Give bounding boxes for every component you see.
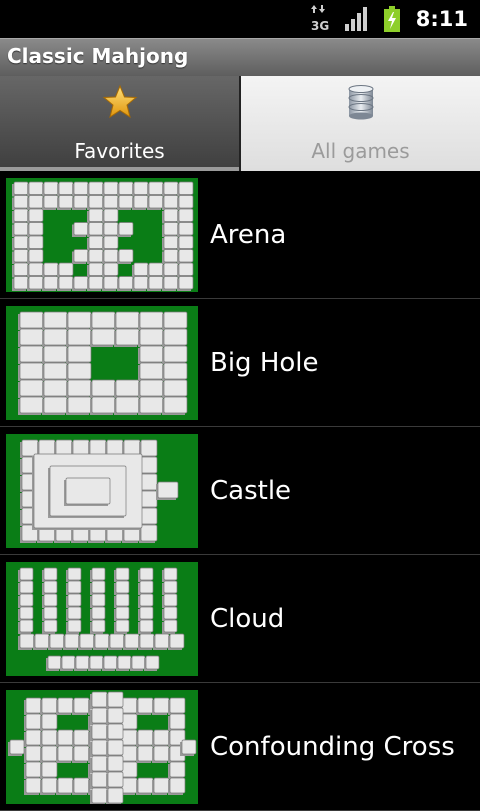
status-bar: 3G 8:11 <box>0 0 480 38</box>
cloud-layout-thumbnail <box>6 562 198 676</box>
big-hole-layout-thumbnail <box>6 306 198 420</box>
signal-icon <box>344 7 370 31</box>
list-item[interactable]: Big Hole <box>0 299 480 427</box>
tab-all-games-label: All games <box>311 139 410 163</box>
tab-favorites-label: Favorites <box>74 139 165 163</box>
tab-favorites[interactable]: Favorites <box>0 76 241 171</box>
game-name: Arena <box>210 220 287 250</box>
app-title-bar: Classic Mahjong <box>0 38 480 76</box>
list-item[interactable]: Cloud <box>0 555 480 683</box>
game-name: Confounding Cross <box>210 732 455 762</box>
app-title: Classic Mahjong <box>7 44 189 68</box>
clock: 8:11 <box>415 7 468 31</box>
svg-text:3G: 3G <box>311 19 329 33</box>
game-name: Big Hole <box>210 348 319 378</box>
tab-bar: Favorites All games <box>0 76 480 171</box>
list-item[interactable]: Arena <box>0 171 480 299</box>
game-list: Arena Big Hole Castle Cloud Confounding … <box>0 171 480 811</box>
game-name: Castle <box>210 476 292 506</box>
list-item[interactable]: Castle <box>0 427 480 555</box>
confounding-cross-layout-thumbnail <box>6 690 198 804</box>
3g-data-icon: 3G <box>310 4 332 34</box>
star-icon <box>102 84 138 120</box>
arena-layout-thumbnail <box>6 178 198 292</box>
battery-charging-icon <box>383 6 400 32</box>
list-item[interactable]: Confounding Cross <box>0 683 480 811</box>
tab-all-games[interactable]: All games <box>241 76 480 171</box>
database-icon <box>343 84 379 120</box>
castle-layout-thumbnail <box>6 434 198 548</box>
game-name: Cloud <box>210 604 285 634</box>
